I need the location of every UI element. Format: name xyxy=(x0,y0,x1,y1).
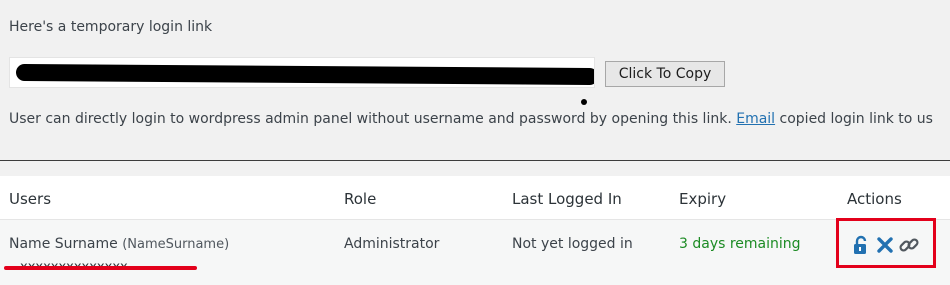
intro-text: Here's a temporary login link xyxy=(9,19,213,35)
unlock-icon[interactable] xyxy=(851,235,871,255)
login-link-field[interactable] xyxy=(9,57,595,88)
role-cell: Administrator xyxy=(344,236,440,252)
user-name: Name Surname xyxy=(9,236,118,252)
header-users: Users xyxy=(9,190,52,208)
info-text-after: copied login link to us xyxy=(775,111,933,127)
redaction-dot xyxy=(581,99,587,105)
last-logged-in-cell: Not yet logged in xyxy=(512,236,633,252)
redaction-underline xyxy=(4,266,197,270)
header-role: Role xyxy=(344,190,377,208)
copy-link-button[interactable]: Click To Copy xyxy=(605,61,725,87)
table-row xyxy=(0,220,950,285)
info-text: User can directly login to wordpress adm… xyxy=(9,111,933,127)
users-table: Users Role Last Logged In Expiry Actions… xyxy=(0,176,950,285)
header-actions: Actions xyxy=(847,190,902,208)
user-cell: Name Surname (NameSurname) xyxy=(9,236,229,252)
user-username: (NameSurname) xyxy=(122,237,230,252)
section-divider xyxy=(0,160,950,161)
email-link[interactable]: Email xyxy=(736,111,775,127)
header-last-logged-in: Last Logged In xyxy=(512,190,622,208)
expiry-cell: 3 days remaining xyxy=(679,236,801,252)
link-icon[interactable] xyxy=(899,235,919,255)
header-expiry: Expiry xyxy=(679,190,727,208)
redaction-mark xyxy=(16,63,594,86)
actions-highlight xyxy=(836,218,936,268)
temporary-login-page: Here's a temporary login link Click To C… xyxy=(0,0,950,285)
close-icon[interactable] xyxy=(875,235,895,255)
info-text-before: User can directly login to wordpress adm… xyxy=(9,111,737,127)
